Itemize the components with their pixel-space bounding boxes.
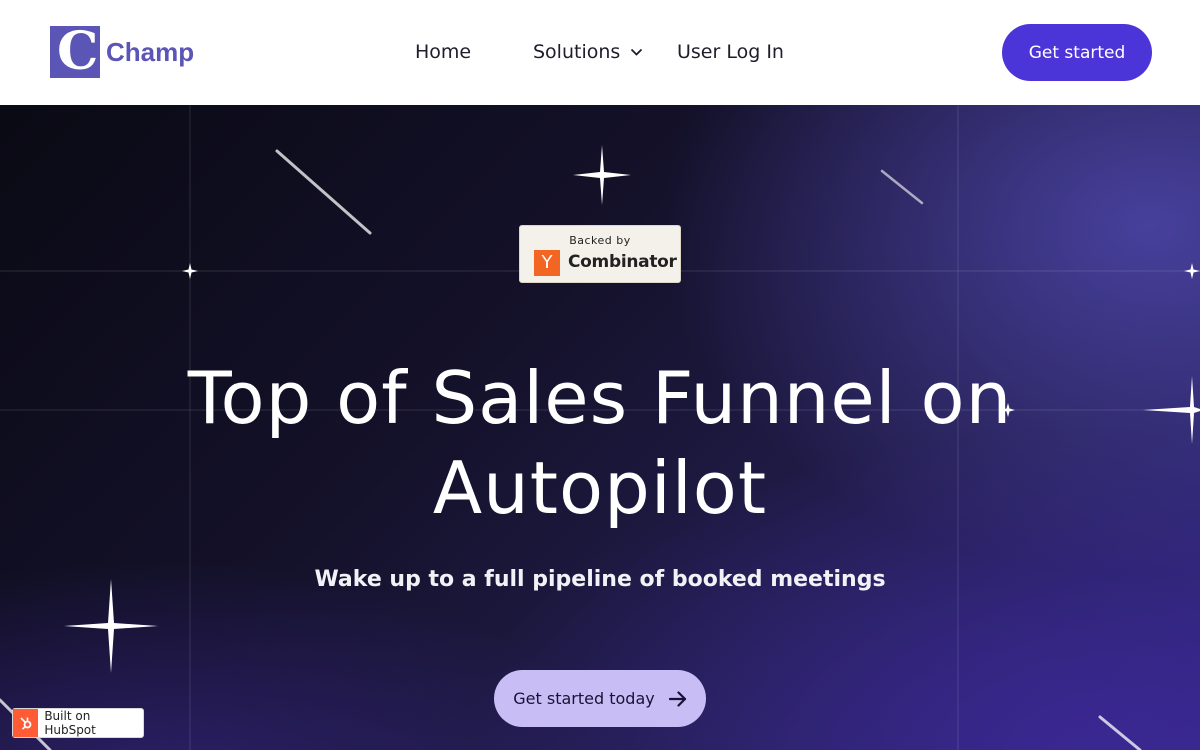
arrow-right-icon (668, 690, 686, 707)
hero-title: Top of Sales Funnel on Autopilot (100, 353, 1100, 533)
get-started-button[interactable]: Get started (1002, 24, 1152, 81)
ycombinator-logo-icon: Y (534, 250, 560, 276)
badge-backed-by: Backed by (569, 234, 631, 247)
hero-subtitle: Wake up to a full pipeline of booked mee… (314, 567, 886, 592)
nav-home-link[interactable]: Home (415, 38, 471, 66)
ycombinator-badge: Backed by Y Combinator (519, 225, 681, 283)
badge-combinator: Combinator (568, 252, 677, 272)
shooting-star-icon (880, 169, 924, 205)
chevron-down-icon (631, 48, 643, 56)
nav-solutions-dropdown[interactable]: Solutions (533, 38, 643, 66)
hubspot-badge-label: Built on HubSpot (44, 709, 96, 737)
sparkle-star-icon (182, 263, 198, 279)
hero-title-line2: Autopilot (432, 446, 768, 530)
get-started-today-label: Get started today (513, 689, 655, 708)
site-header: C Champ Home Solutions User Log In Get s… (0, 0, 1200, 105)
nav-solutions-label: Solutions (533, 41, 621, 63)
hubspot-sprocket-icon (13, 709, 39, 737)
sparkle-star-icon (1184, 263, 1200, 279)
sparkle-star-icon (573, 145, 631, 205)
sparkle-star-icon (1143, 376, 1200, 444)
hero-section: Backed by Y Combinator Top of Sales Funn… (0, 105, 1200, 750)
get-started-today-button[interactable]: Get started today (494, 670, 706, 727)
shooting-star-icon (1098, 715, 1142, 750)
built-on-hubspot-badge[interactable]: Built on HubSpot (12, 708, 144, 738)
hero-title-line1: Top of Sales Funnel on (187, 356, 1013, 440)
sparkle-star-icon (64, 579, 158, 673)
nav-login-link[interactable]: User Log In (677, 38, 784, 66)
shooting-star-icon (275, 149, 372, 235)
